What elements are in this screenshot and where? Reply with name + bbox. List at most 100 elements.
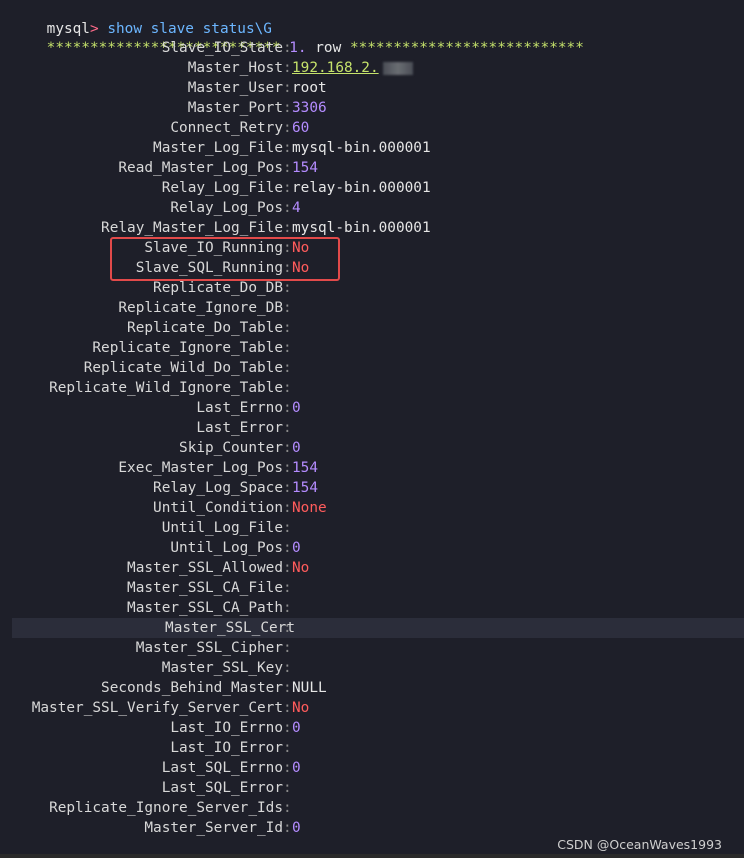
field-name: Replicate_Ignore_Server_Ids	[49, 800, 283, 816]
status-row: Seconds_Behind_Master: NULL	[0, 678, 744, 698]
field-value: NULL	[292, 678, 327, 698]
field-colon: :	[283, 580, 292, 596]
field-value-text: 192.168.2.	[292, 60, 379, 76]
field-value-text: root	[292, 80, 327, 96]
field-value: 3306	[292, 98, 327, 118]
status-row: Last_Errno:0	[0, 398, 744, 418]
field-name: Last_SQL_Error	[161, 780, 283, 796]
status-row: Master_Server_Id:0	[0, 818, 744, 838]
field-name: Master_Port	[187, 100, 283, 116]
status-row: Master_Port:3306	[0, 98, 744, 118]
field-value: mysql-bin.000001	[292, 218, 431, 238]
status-row: Relay_Log_Pos:4	[0, 198, 744, 218]
field-name: Relay_Master_Log_File	[101, 220, 283, 236]
field-value: 154	[292, 478, 318, 498]
field-value: 0	[292, 398, 301, 418]
field-colon: :	[283, 560, 292, 576]
status-row: Last_Error:	[0, 418, 744, 438]
field-name: Replicate_Wild_Ignore_Table	[49, 380, 283, 396]
status-row: Slave_IO_State:	[0, 38, 744, 58]
field-colon: :	[283, 60, 292, 76]
field-value: 0	[292, 438, 301, 458]
field-value: No	[292, 558, 309, 578]
field-colon: :	[283, 40, 292, 56]
status-row: Skip_Counter:0	[0, 438, 744, 458]
field-colon: :	[283, 180, 292, 196]
field-colon: :	[283, 720, 292, 736]
field-name: Relay_Log_Pos	[170, 200, 283, 216]
status-row: Replicate_Ignore_DB:	[0, 298, 744, 318]
field-name: Connect_Retry	[170, 120, 283, 136]
field-colon: :	[283, 500, 292, 516]
field-value-text: 154	[292, 160, 318, 176]
field-value: root	[292, 78, 327, 98]
field-name: Replicate_Do_Table	[127, 320, 283, 336]
field-colon: :	[283, 400, 292, 416]
field-name: Until_Log_Pos	[170, 540, 283, 556]
field-colon: :	[283, 80, 292, 96]
status-row: Last_IO_Error:	[0, 738, 744, 758]
status-row: Last_IO_Errno:0	[0, 718, 744, 738]
field-name: Last_Errno	[196, 400, 283, 416]
status-row: Relay_Log_File: relay-bin.000001	[0, 178, 744, 198]
field-value-text: 4	[292, 200, 301, 216]
field-value-text: 0	[292, 720, 301, 736]
field-value: 60	[292, 118, 309, 138]
field-colon: :	[283, 520, 292, 536]
field-name: Relay_Log_Space	[153, 480, 283, 496]
bottom-bar	[0, 854, 744, 858]
field-colon: :	[283, 640, 292, 656]
status-row: Master_Log_File: mysql-bin.000001	[0, 138, 744, 158]
status-row: Replicate_Wild_Do_Table:	[0, 358, 744, 378]
status-row: Relay_Master_Log_File: mysql-bin.000001	[0, 218, 744, 238]
field-colon: :	[283, 820, 292, 836]
field-value-text: mysql-bin.000001	[292, 140, 431, 156]
field-colon: :	[283, 700, 292, 716]
field-name: Master_Host	[187, 60, 283, 76]
status-row: Replicate_Do_Table:	[0, 318, 744, 338]
field-name: Master_Log_File	[153, 140, 283, 156]
field-value-text: mysql-bin.000001	[292, 220, 431, 236]
field-colon: :	[283, 220, 292, 236]
field-name: Master_SSL_Verify_Server_Cert	[31, 700, 283, 716]
field-value: 154	[292, 458, 318, 478]
status-row: Read_Master_Log_Pos:154	[0, 158, 744, 178]
field-value: 0	[292, 758, 301, 778]
field-value: 0	[292, 538, 301, 558]
field-value-text: 0	[292, 400, 301, 416]
field-colon: :	[283, 320, 292, 336]
status-row: Replicate_Wild_Ignore_Table:	[0, 378, 744, 398]
status-row: Replicate_Ignore_Table:	[0, 338, 744, 358]
status-row: Last_SQL_Error:	[0, 778, 744, 798]
field-value: 0	[292, 818, 301, 838]
status-row: Last_SQL_Errno:0	[0, 758, 744, 778]
field-colon: :	[283, 140, 292, 156]
field-value: relay-bin.000001	[292, 178, 431, 198]
field-value: mysql-bin.000001	[292, 138, 431, 158]
watermark: CSDN @OceanWaves1993	[557, 837, 722, 852]
field-value: 192.168.2.	[292, 58, 413, 78]
field-value: None	[292, 498, 327, 518]
field-name: Master_SSL_Key	[161, 660, 283, 676]
field-colon: :	[283, 280, 292, 296]
status-row: Master_Host:192.168.2.	[0, 58, 744, 78]
field-colon: :	[283, 480, 292, 496]
field-name: Master_SSL_Cipher	[135, 640, 283, 656]
status-row: Replicate_Ignore_Server_Ids:	[0, 798, 744, 818]
field-name: Seconds_Behind_Master	[101, 680, 283, 696]
field-colon: :	[283, 780, 292, 796]
field-name: Read_Master_Log_Pos	[118, 160, 283, 176]
field-name: Last_Error	[196, 420, 283, 436]
field-name: Slave_IO_State	[161, 40, 283, 56]
field-value: 154	[292, 158, 318, 178]
field-colon: :	[283, 600, 292, 616]
terminal-window[interactable]: mysql> show slave status\G *************…	[0, 0, 744, 858]
field-value: No	[292, 698, 309, 718]
status-row: Exec_Master_Log_Pos:154	[0, 458, 744, 478]
field-colon: :	[283, 620, 292, 636]
field-colon: :	[283, 120, 292, 136]
field-name: Last_IO_Error	[170, 740, 283, 756]
status-row: Master_SSL_CA_File:	[0, 578, 744, 598]
field-name: Master_SSL_Allowed	[127, 560, 283, 576]
status-row: Master_User: root	[0, 78, 744, 98]
